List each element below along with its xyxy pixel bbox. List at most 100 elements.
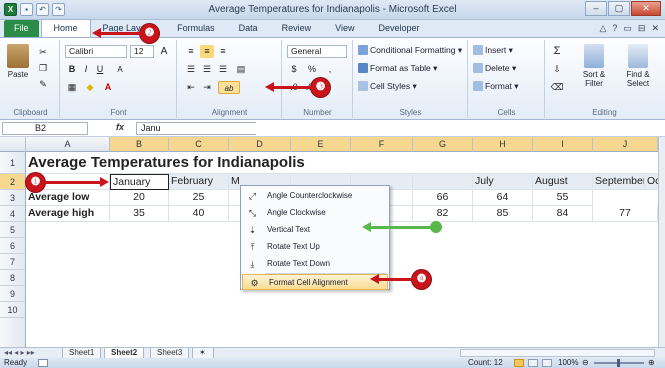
row-header-9[interactable]: 9 bbox=[0, 286, 26, 302]
sort-filter-button[interactable]: Sort & Filter bbox=[574, 44, 614, 88]
cell-j2[interactable]: September bbox=[593, 174, 645, 190]
cell-k2[interactable]: Oc bbox=[645, 174, 658, 190]
row-header-2[interactable]: 2 bbox=[0, 174, 26, 190]
shrink-font-icon[interactable]: A bbox=[113, 63, 127, 76]
row-header-3[interactable]: 3 bbox=[0, 190, 26, 206]
horizontal-scrollbar[interactable] bbox=[460, 349, 655, 357]
format-button[interactable]: Format ▾ bbox=[473, 80, 519, 93]
borders-icon[interactable]: ▦ bbox=[65, 81, 79, 94]
merge-center-icon[interactable]: ▤ bbox=[234, 63, 248, 76]
doc-minimize-icon[interactable]: ▭ bbox=[623, 23, 632, 34]
zoom-out-icon[interactable]: ⊖ bbox=[582, 358, 589, 368]
zoom-level[interactable]: 100% bbox=[558, 358, 578, 368]
sheet-nav-icons[interactable]: ◂◂ ◂ ▸ ▸▸ bbox=[4, 348, 35, 357]
orientation-button[interactable]: ab bbox=[218, 81, 240, 94]
paste-button[interactable]: Paste bbox=[5, 44, 31, 79]
tab-data[interactable]: Data bbox=[227, 20, 270, 37]
page-layout-view-icon[interactable] bbox=[528, 359, 538, 367]
doc-close-icon[interactable]: ✕ bbox=[651, 23, 659, 34]
cell-g3[interactable]: 66 bbox=[413, 190, 473, 206]
restore-button[interactable]: ▢ bbox=[608, 1, 630, 16]
cell-i2[interactable]: August bbox=[533, 174, 593, 190]
col-header-b[interactable]: B bbox=[110, 137, 169, 152]
col-header-d[interactable]: D bbox=[229, 137, 291, 152]
col-header-e[interactable]: E bbox=[291, 137, 351, 152]
align-left-icon[interactable]: ☰ bbox=[184, 63, 198, 76]
menu-rotate-text-down[interactable]: ⤓ Rotate Text Down bbox=[241, 256, 389, 272]
comma-style-icon[interactable]: , bbox=[323, 63, 337, 76]
copy-icon[interactable]: ❐ bbox=[36, 62, 50, 75]
center-icon[interactable]: ☰ bbox=[200, 63, 214, 76]
currency-button[interactable]: $ bbox=[287, 63, 301, 76]
row-header-8[interactable]: 8 bbox=[0, 270, 26, 286]
percent-button[interactable]: % bbox=[305, 63, 319, 76]
delete-button[interactable]: Delete ▾ bbox=[473, 62, 516, 75]
italic-button[interactable]: I bbox=[79, 63, 93, 76]
cell-c3[interactable]: 25 bbox=[169, 190, 229, 206]
tab-view[interactable]: View bbox=[323, 20, 366, 37]
align-right-icon[interactable]: ☰ bbox=[216, 63, 230, 76]
menu-rotate-text-up[interactable]: ⤒ Rotate Text Up bbox=[241, 239, 389, 255]
name-box[interactable]: B2 bbox=[2, 122, 88, 135]
col-header-a[interactable]: A bbox=[26, 137, 110, 152]
cell-g4[interactable]: 82 bbox=[413, 206, 473, 222]
tab-review[interactable]: Review bbox=[270, 20, 324, 37]
autosum-button[interactable]: Σ bbox=[550, 45, 564, 58]
help-icon[interactable]: ? bbox=[612, 23, 617, 34]
row-header-5[interactable]: 5 bbox=[0, 222, 26, 238]
cell-g2[interactable] bbox=[413, 174, 473, 190]
menu-angle-clockwise[interactable]: ⤡ Angle Clockwise bbox=[241, 205, 389, 221]
cell-i4[interactable]: 84 bbox=[533, 206, 593, 222]
menu-format-cell-alignment[interactable]: ⚙ Format Cell Alignment bbox=[242, 274, 388, 290]
cell-h3[interactable]: 64 bbox=[473, 190, 533, 206]
cell-c2[interactable]: February bbox=[169, 174, 229, 190]
tab-home[interactable]: Home bbox=[40, 19, 91, 37]
tab-developer[interactable]: Developer bbox=[366, 20, 431, 37]
conditional-formatting-button[interactable]: Conditional Formatting ▾ bbox=[358, 44, 462, 57]
cell-b2[interactable]: January bbox=[110, 174, 169, 190]
minimize-button[interactable]: – bbox=[585, 1, 607, 16]
col-header-g[interactable]: G bbox=[413, 137, 473, 152]
number-format-combo[interactable]: General bbox=[287, 45, 347, 58]
close-button[interactable]: ✕ bbox=[631, 1, 661, 16]
underline-button[interactable]: U bbox=[93, 63, 107, 76]
doc-restore-icon[interactable]: ⊟ bbox=[638, 23, 646, 34]
font-name-combo[interactable]: Calibri bbox=[65, 45, 127, 58]
normal-view-icon[interactable] bbox=[514, 359, 524, 367]
bold-button[interactable]: B bbox=[65, 63, 79, 76]
clear-icon[interactable]: ⌫ bbox=[550, 81, 564, 94]
col-header-c[interactable]: C bbox=[169, 137, 229, 152]
cell-a3[interactable]: Average low bbox=[26, 190, 110, 206]
bottom-align-icon[interactable]: ≡ bbox=[216, 45, 230, 58]
cell-b3[interactable]: 20 bbox=[110, 190, 169, 206]
row-header-10[interactable]: 10 bbox=[0, 302, 26, 318]
font-size-combo[interactable]: 12 bbox=[130, 45, 154, 58]
select-all-corner[interactable] bbox=[0, 137, 26, 152]
cell-h2[interactable]: July bbox=[473, 174, 533, 190]
tab-formulas[interactable]: Formulas bbox=[165, 20, 227, 37]
row-header-1[interactable]: 1 bbox=[0, 152, 26, 174]
row-header-4[interactable]: 4 bbox=[0, 206, 26, 222]
minimize-ribbon-icon[interactable]: △ bbox=[599, 23, 606, 34]
fill-icon[interactable]: ⇩ bbox=[550, 63, 564, 76]
format-as-table-button[interactable]: Format as Table ▾ bbox=[358, 62, 437, 75]
zoom-slider-thumb[interactable] bbox=[617, 359, 620, 367]
cell-styles-button[interactable]: Cell Styles ▾ bbox=[358, 80, 417, 93]
top-align-icon[interactable]: ≡ bbox=[184, 45, 198, 58]
cell-i3[interactable]: 55 bbox=[533, 190, 593, 206]
cut-icon[interactable]: ✂ bbox=[36, 46, 50, 59]
grow-font-icon[interactable]: A bbox=[157, 45, 171, 58]
col-header-f[interactable]: F bbox=[351, 137, 413, 152]
cell-a4[interactable]: Average high bbox=[26, 206, 110, 222]
sheet-title[interactable]: Average Temperatures for Indianapolis bbox=[26, 152, 658, 174]
col-header-j[interactable]: J bbox=[593, 137, 658, 152]
formula-input[interactable]: Janu bbox=[136, 122, 256, 135]
menu-angle-counterclockwise[interactable]: ⤢ Angle Counterclockwise bbox=[241, 188, 389, 204]
macro-record-icon[interactable] bbox=[38, 359, 48, 367]
fill-color-icon[interactable]: ◆ bbox=[83, 81, 97, 94]
insert-function-button[interactable]: fx bbox=[116, 122, 124, 132]
row-header-7[interactable]: 7 bbox=[0, 254, 26, 270]
cell-c4[interactable]: 40 bbox=[169, 206, 229, 222]
col-header-h[interactable]: H bbox=[473, 137, 533, 152]
col-header-i[interactable]: I bbox=[533, 137, 593, 152]
